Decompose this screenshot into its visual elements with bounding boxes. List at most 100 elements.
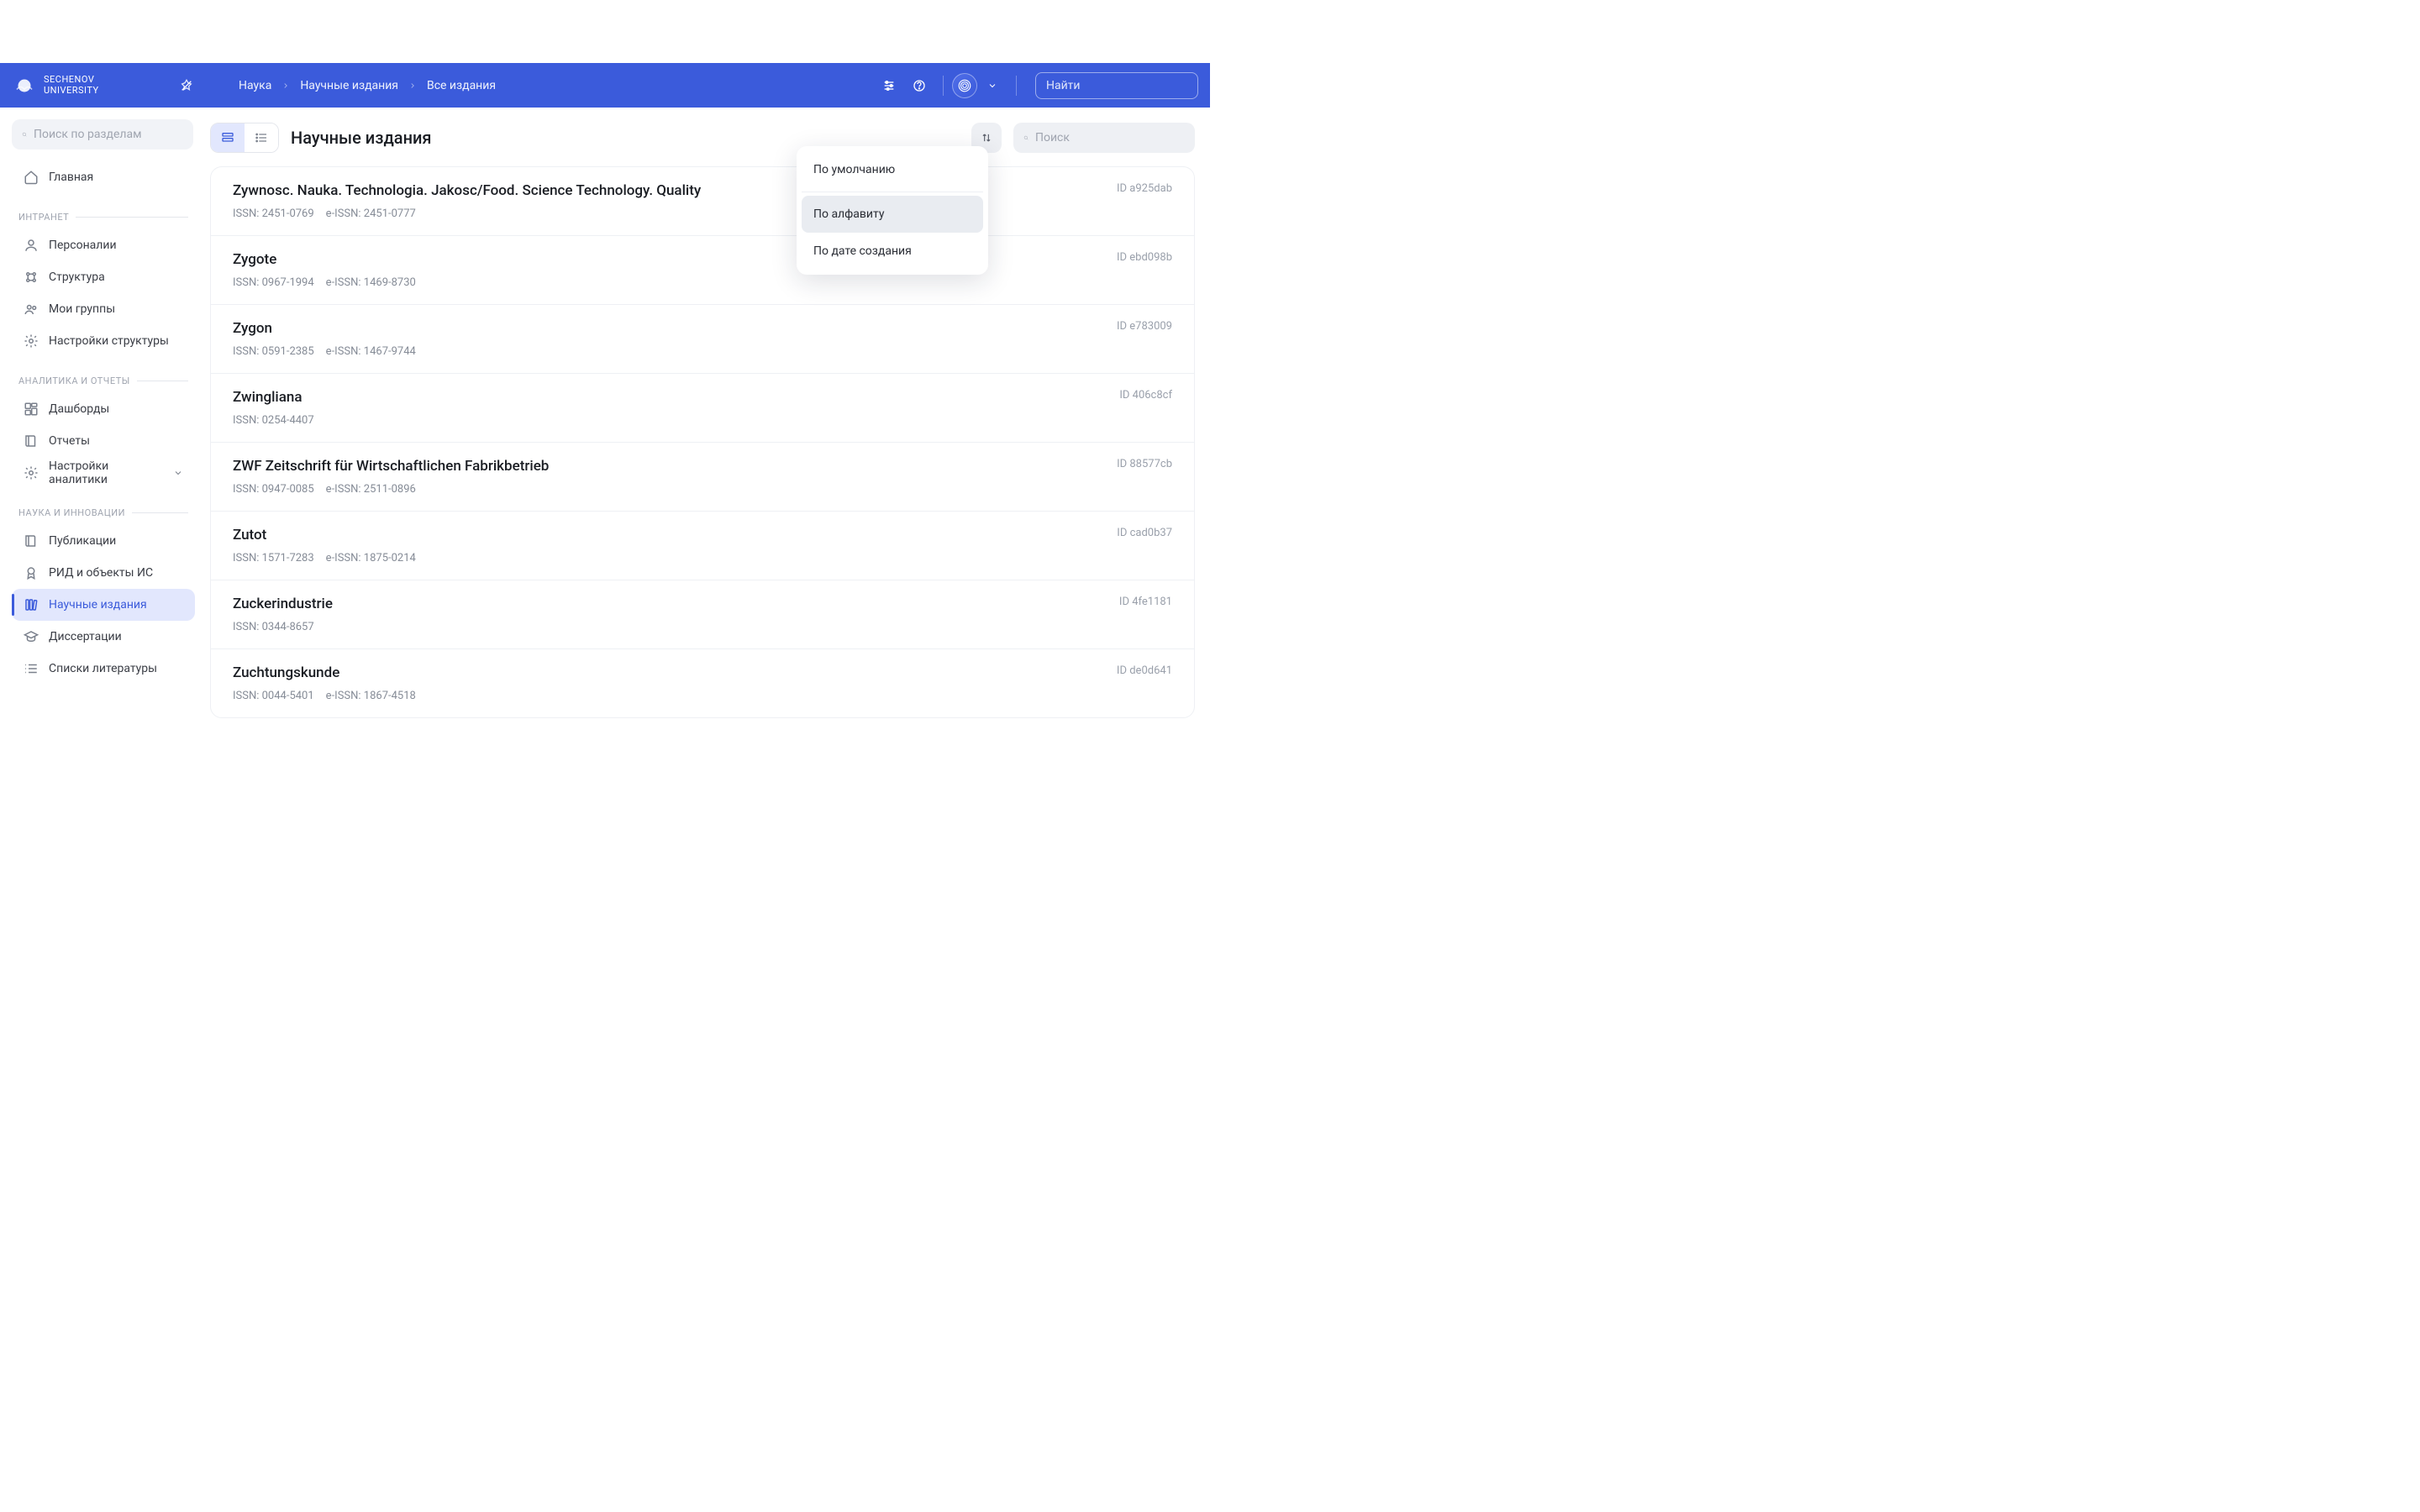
toolbar-search[interactable] — [1013, 123, 1195, 153]
sliders-icon — [882, 79, 896, 92]
sidebar-item[interactable]: Отчеты — [12, 425, 195, 457]
journal-issn: ISSN: 0044-5401 — [233, 690, 314, 702]
view-toggle — [210, 123, 279, 153]
journal-title: Zygon — [233, 320, 272, 337]
sidebar-item[interactable]: РИД и объекты ИС — [12, 557, 195, 589]
journal-id: ID a925dab — [1117, 182, 1172, 195]
chevron-down-icon — [173, 468, 183, 478]
sidebar-item-home[interactable]: Главная — [12, 161, 195, 193]
sidebar-item-label: Персоналии — [49, 239, 117, 252]
journal-id: ID 4fe1181 — [1119, 596, 1172, 608]
journal-title: ZWF Zeitschrift für Wirtschaftlichen Fab… — [233, 458, 549, 475]
view-card-button[interactable] — [211, 123, 245, 152]
avatar[interactable] — [952, 73, 977, 98]
chevron-right-icon — [408, 81, 417, 90]
gear-icon — [24, 465, 39, 480]
toolbar-search-input[interactable] — [1035, 131, 1185, 144]
sidebar-item[interactable]: Дашборды — [12, 393, 195, 425]
sort-option[interactable]: По умолчанию — [802, 151, 983, 188]
header-search-input[interactable] — [1046, 79, 1196, 92]
sidebar-search[interactable] — [12, 119, 193, 150]
sidebar-item[interactable]: Мои группы — [12, 293, 195, 325]
breadcrumb-2[interactable]: Все издания — [427, 79, 496, 92]
chevron-down-icon — [987, 81, 997, 91]
sort-dropdown: По умолчанию По алфавитуПо дате создания — [797, 146, 988, 275]
journal-issn: ISSN: 2451-0769 — [233, 207, 314, 220]
logo-text-1: SECHENOV — [44, 75, 99, 85]
home-icon — [24, 170, 39, 185]
help-button[interactable] — [904, 71, 934, 101]
user-icon — [24, 238, 39, 253]
journal-eissn: e-ISSN: 1875-0214 — [326, 552, 416, 564]
dashboard-icon — [24, 402, 39, 417]
sidebar-item-label: Настройки аналитики — [49, 459, 163, 486]
journal-eissn: e-ISSN: 1467-9744 — [326, 345, 416, 358]
journal-issn: ISSN: 0967-1994 — [233, 276, 314, 289]
sidebar-item[interactable]: Научные издания — [12, 589, 195, 621]
journal-row[interactable]: Zwingliana ID 406c8cf ISSN: 0254-4407 — [211, 374, 1194, 443]
sidebar-item[interactable]: Публикации — [12, 525, 195, 557]
sidebar-item-label: Отчеты — [49, 434, 90, 448]
breadcrumb-0[interactable]: Наука — [239, 79, 271, 92]
sidebar-group-title: ИНТРАНЕТ — [18, 212, 69, 223]
badge-icon — [24, 565, 39, 580]
breadcrumb: Наука Научные издания Все издания — [239, 79, 496, 92]
sidebar-item[interactable]: Настройки аналитики — [12, 457, 195, 489]
sort-option[interactable]: По дате создания — [802, 233, 983, 270]
sidebar-item[interactable]: Списки литературы — [12, 653, 195, 685]
journal-id: ID ebd098b — [1117, 251, 1172, 264]
search-icon — [22, 129, 27, 140]
journal-issn: ISSN: 0591-2385 — [233, 345, 314, 358]
sidebar-item-label: Дашборды — [49, 402, 109, 416]
logo[interactable]: SECHENOVUNIVERSITY — [12, 73, 171, 98]
journal-title: Zutot — [233, 527, 266, 543]
fingerprint-icon — [957, 78, 972, 93]
sidebar-search-input[interactable] — [34, 128, 183, 141]
journal-issn: ISSN: 0254-4407 — [233, 414, 314, 427]
sort-option[interactable]: По алфавиту — [802, 196, 983, 233]
list-view-icon — [255, 131, 268, 144]
card-view-icon — [221, 131, 234, 144]
journal-row[interactable]: ZutotID cad0b37ISSN: 1571-7283e-ISSN: 18… — [211, 512, 1194, 580]
journal-row[interactable]: Zywnosc. Nauka. Technologia. Jakosc/Food… — [211, 167, 1194, 236]
journal-row[interactable]: ZygonID e783009ISSN: 0591-2385e-ISSN: 14… — [211, 305, 1194, 374]
pin-button[interactable] — [171, 71, 202, 101]
grad-icon — [24, 629, 39, 644]
sidebar-item[interactable]: Структура — [12, 261, 195, 293]
sidebar-item[interactable]: Диссертации — [12, 621, 195, 653]
book-icon — [24, 433, 39, 449]
sidebar-group-title: НАУКА И ИННОВАЦИИ — [18, 507, 125, 518]
journal-eissn: e-ISSN: 1867-4518 — [326, 690, 416, 702]
journal-eissn: e-ISSN: 2511-0896 — [326, 483, 416, 496]
sidebar-item-label: Мои группы — [49, 302, 115, 316]
sidebar-item-label: Публикации — [49, 534, 116, 548]
settings-button[interactable] — [874, 71, 904, 101]
breadcrumb-1[interactable]: Научные издания — [300, 79, 398, 92]
view-list-button[interactable] — [245, 123, 278, 152]
sidebar-item-label: Научные издания — [49, 598, 147, 612]
user-menu-chevron[interactable] — [977, 71, 1007, 101]
sidebar-group-title: АНАЛИТИКА И ОТЧЕТЫ — [18, 375, 130, 386]
journal-title: Zwingliana — [233, 389, 302, 406]
journal-id: ID cad0b37 — [1117, 527, 1172, 539]
journal-eissn: e-ISSN: 2451-0777 — [326, 207, 416, 220]
chevron-right-icon — [281, 81, 290, 90]
pin-icon — [180, 79, 193, 92]
journal-eissn: e-ISSN: 1469-8730 — [326, 276, 416, 289]
header-search[interactable] — [1035, 72, 1198, 99]
journal-id: ID 406c8cf — [1119, 389, 1172, 402]
logo-text-2: UNIVERSITY — [44, 86, 99, 96]
journal-row[interactable]: ZygoteID ebd098bISSN: 0967-1994e-ISSN: 1… — [211, 236, 1194, 305]
books-icon — [24, 597, 39, 612]
journal-row[interactable]: ZuckerindustrieID 4fe1181ISSN: 0344-8657 — [211, 580, 1194, 649]
journal-title: Zywnosc. Nauka. Technologia. Jakosc/Food… — [233, 182, 701, 199]
sidebar-item-label: Диссертации — [49, 630, 122, 643]
sidebar-item-label: Структура — [49, 270, 105, 284]
journal-row[interactable]: ZuchtungskundeID de0d641ISSN: 0044-5401e… — [211, 649, 1194, 717]
help-icon — [913, 79, 926, 92]
journal-row[interactable]: ZWF Zeitschrift für Wirtschaftlichen Fab… — [211, 443, 1194, 512]
journal-id: ID de0d641 — [1117, 664, 1172, 677]
sidebar-item[interactable]: Персоналии — [12, 229, 195, 261]
sidebar-item[interactable]: Настройки структуры — [12, 325, 195, 357]
journal-id: ID 88577cb — [1117, 458, 1172, 470]
